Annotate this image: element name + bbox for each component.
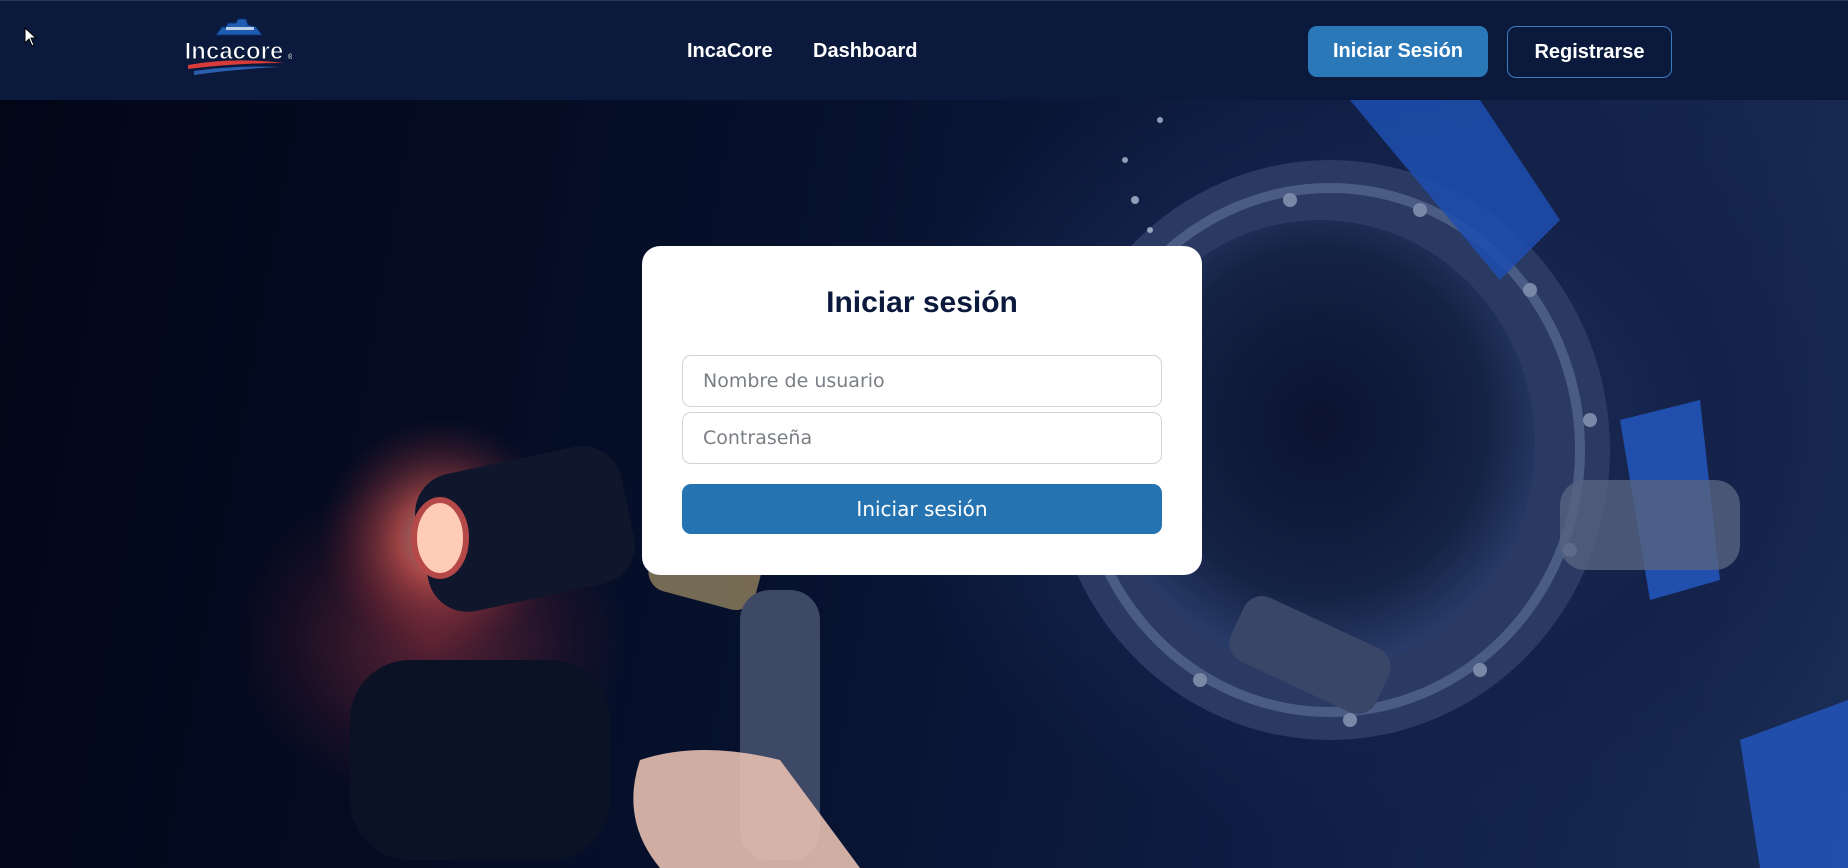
svg-text:®: ® bbox=[288, 53, 292, 61]
username-input[interactable] bbox=[682, 355, 1162, 407]
incacore-logo[interactable]: Incacore ® bbox=[176, 17, 294, 79]
password-input[interactable] bbox=[682, 412, 1162, 464]
login-title: Iniciar sesión bbox=[826, 286, 1018, 319]
nav-link-dashboard[interactable]: Dashboard bbox=[813, 40, 917, 63]
nav-item-dashboard[interactable]: Dashboard bbox=[813, 1, 917, 101]
header-register-button[interactable]: Registrarse bbox=[1507, 26, 1672, 78]
mouse-cursor-icon bbox=[24, 27, 38, 47]
header-login-button[interactable]: Iniciar Sesión bbox=[1308, 26, 1488, 77]
login-card: Iniciar sesión Iniciar sesión bbox=[642, 246, 1202, 575]
top-navbar: Incacore ® IncaCore Dashboard Iniciar Se… bbox=[0, 0, 1848, 100]
logo-image: Incacore ® bbox=[184, 18, 294, 75]
nav-item-incacore[interactable]: IncaCore bbox=[687, 1, 773, 101]
nav-link-incacore[interactable]: IncaCore bbox=[687, 40, 773, 63]
login-submit-button[interactable]: Iniciar sesión bbox=[682, 484, 1162, 534]
